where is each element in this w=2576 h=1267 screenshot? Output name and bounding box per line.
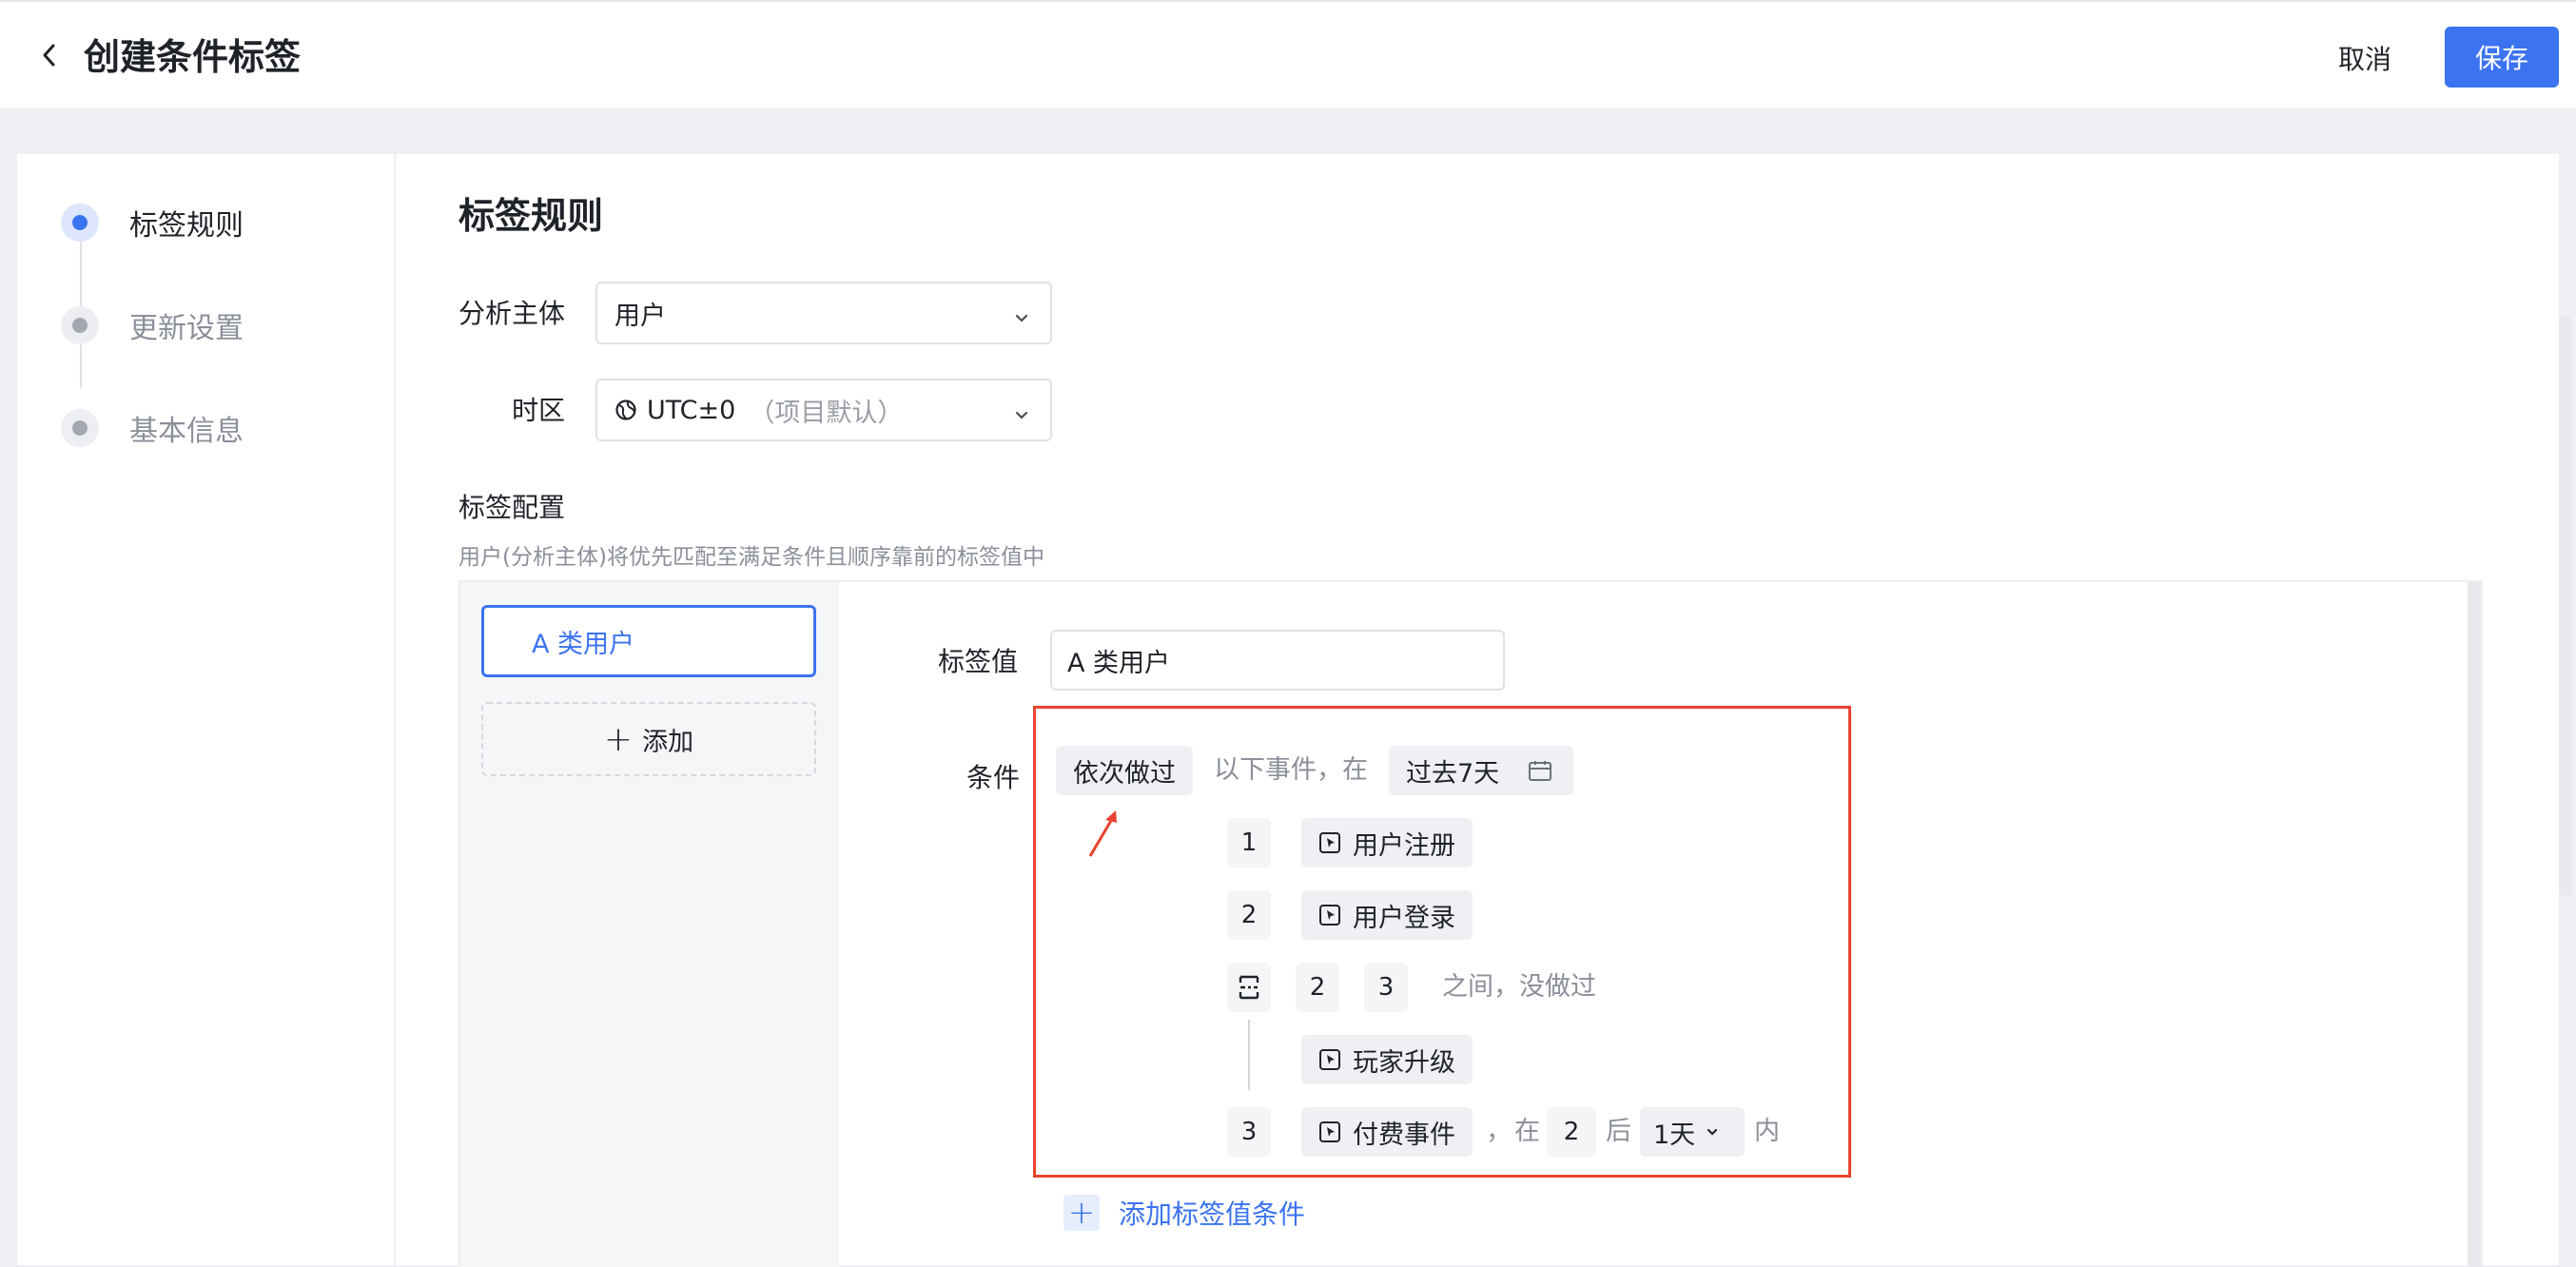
- event-index: 2: [1227, 890, 1271, 940]
- arrow-annotation-icon: [1088, 810, 1117, 857]
- step-tag-rules[interactable]: 标签规则: [61, 202, 244, 244]
- tag-value-input[interactable]: A 类用户: [1050, 630, 1505, 691]
- event-select-3[interactable]: 付费事件: [1301, 1107, 1473, 1157]
- add-tag-value-button[interactable]: + 添加: [481, 702, 816, 776]
- scrollbar[interactable]: [2468, 582, 2481, 1267]
- step-label: 更新设置: [129, 312, 244, 345]
- step-label: 标签规则: [129, 209, 244, 243]
- back-icon[interactable]: [32, 36, 67, 74]
- event-name: 付费事件: [1353, 1120, 1455, 1150]
- sequence-mode-dropdown[interactable]: 依次做过: [1056, 746, 1193, 795]
- step-navigator: 标签规则 更新设置 基本信息: [17, 154, 396, 1265]
- exclusion-text: 之间，没做过: [1442, 972, 1596, 1002]
- page-scrollbar[interactable]: [2559, 316, 2572, 896]
- calendar-icon: [1528, 759, 1552, 789]
- timezone-label: 时区: [512, 395, 566, 426]
- tag-value-item[interactable]: A 类用户: [481, 605, 816, 677]
- config-title: 标签配置: [459, 492, 566, 523]
- save-button[interactable]: 保存: [2445, 27, 2559, 88]
- tag-value-label: 标签值: [938, 646, 1019, 677]
- exclusion-to-step[interactable]: 3: [1364, 963, 1408, 1012]
- separator-text: ，: [1486, 1117, 1512, 1146]
- page-title: 创建条件标签: [84, 36, 302, 78]
- tag-value-list: A 类用户 + 添加: [460, 582, 839, 1267]
- add-condition-label: 添加标签值条件: [1119, 1199, 1306, 1230]
- event-name: 用户登录: [1353, 903, 1455, 933]
- timezone-note: （项目默认）: [749, 398, 904, 428]
- cancel-button[interactable]: 取消: [2317, 29, 2412, 88]
- timezone-select[interactable]: UTC±0 （项目默认）: [595, 379, 1052, 441]
- rule-content: 标签规则 分析主体 用户 时区 UTC±0 （项目默认） 标签配置 用户(分析主…: [398, 154, 2538, 1267]
- event-index: 3: [1227, 1107, 1271, 1157]
- chevron-down-icon: [1012, 304, 1031, 334]
- subject-value: 用户: [615, 301, 666, 331]
- exclusion-event-select[interactable]: 玩家升级: [1301, 1035, 1473, 1084]
- event-icon: [1318, 831, 1341, 854]
- event-select-2[interactable]: 用户登录: [1301, 890, 1473, 940]
- top-bar: 创建条件标签 取消 保存: [0, 0, 2576, 108]
- condition-label: 条件: [966, 762, 1021, 793]
- within-text: 内: [1754, 1117, 1780, 1146]
- event-icon: [1318, 1048, 1341, 1071]
- at-text: 在: [1514, 1117, 1540, 1146]
- main-panel: 标签规则 更新设置 基本信息 标签规则 分析主体 用户 时区 UTC±0 （项目…: [17, 154, 2572, 1267]
- step-label: 基本信息: [129, 415, 244, 448]
- time-range-value: 过去7天: [1406, 758, 1500, 789]
- timezone-value: UTC±0: [647, 395, 736, 425]
- step-dot-icon: [61, 204, 99, 242]
- event-icon: [1318, 1121, 1341, 1143]
- time-range-picker[interactable]: 过去7天: [1389, 746, 1573, 795]
- step-dot-icon: [61, 306, 99, 344]
- exclusion-split-icon[interactable]: [1227, 963, 1271, 1012]
- condition-mid-text: 以下事件，在: [1214, 755, 1368, 785]
- step-dot-icon: [61, 409, 99, 447]
- time-window-value: 1天: [1653, 1120, 1696, 1150]
- subject-select[interactable]: 用户: [595, 282, 1052, 344]
- subject-label: 分析主体: [459, 298, 566, 329]
- event-name: 用户注册: [1353, 830, 1455, 861]
- add-condition-button[interactable]: + 添加标签值条件: [1064, 1191, 1305, 1235]
- after-text: 后: [1606, 1117, 1631, 1146]
- reference-step[interactable]: 2: [1547, 1107, 1596, 1157]
- chevron-down-icon: [1012, 401, 1031, 431]
- event-index: 1: [1227, 818, 1271, 867]
- time-window-select[interactable]: 1天: [1640, 1107, 1745, 1157]
- tag-config-box: A 类用户 + 添加 标签值 A 类用户 条件 依次做过 以下事件，在 过去7天: [459, 580, 2483, 1267]
- exclusion-from-step[interactable]: 2: [1296, 963, 1339, 1012]
- step-update-settings[interactable]: 更新设置: [61, 304, 244, 346]
- exclusion-connector: [1248, 1020, 1250, 1090]
- event-select-1[interactable]: 用户注册: [1301, 818, 1473, 867]
- step-basic-info[interactable]: 基本信息: [61, 407, 244, 449]
- plus-icon: +: [603, 719, 634, 759]
- event-name: 玩家升级: [1353, 1047, 1455, 1078]
- config-hint: 用户(分析主体)将优先匹配至满足条件且顺序靠前的标签值中: [459, 545, 1044, 570]
- plus-icon: +: [1064, 1194, 1100, 1232]
- chevron-down-icon: [1705, 1124, 1720, 1140]
- globe-icon: [615, 399, 637, 421]
- event-icon: [1318, 904, 1341, 926]
- add-label: 添加: [642, 727, 694, 757]
- section-title: 标签规则: [459, 195, 604, 237]
